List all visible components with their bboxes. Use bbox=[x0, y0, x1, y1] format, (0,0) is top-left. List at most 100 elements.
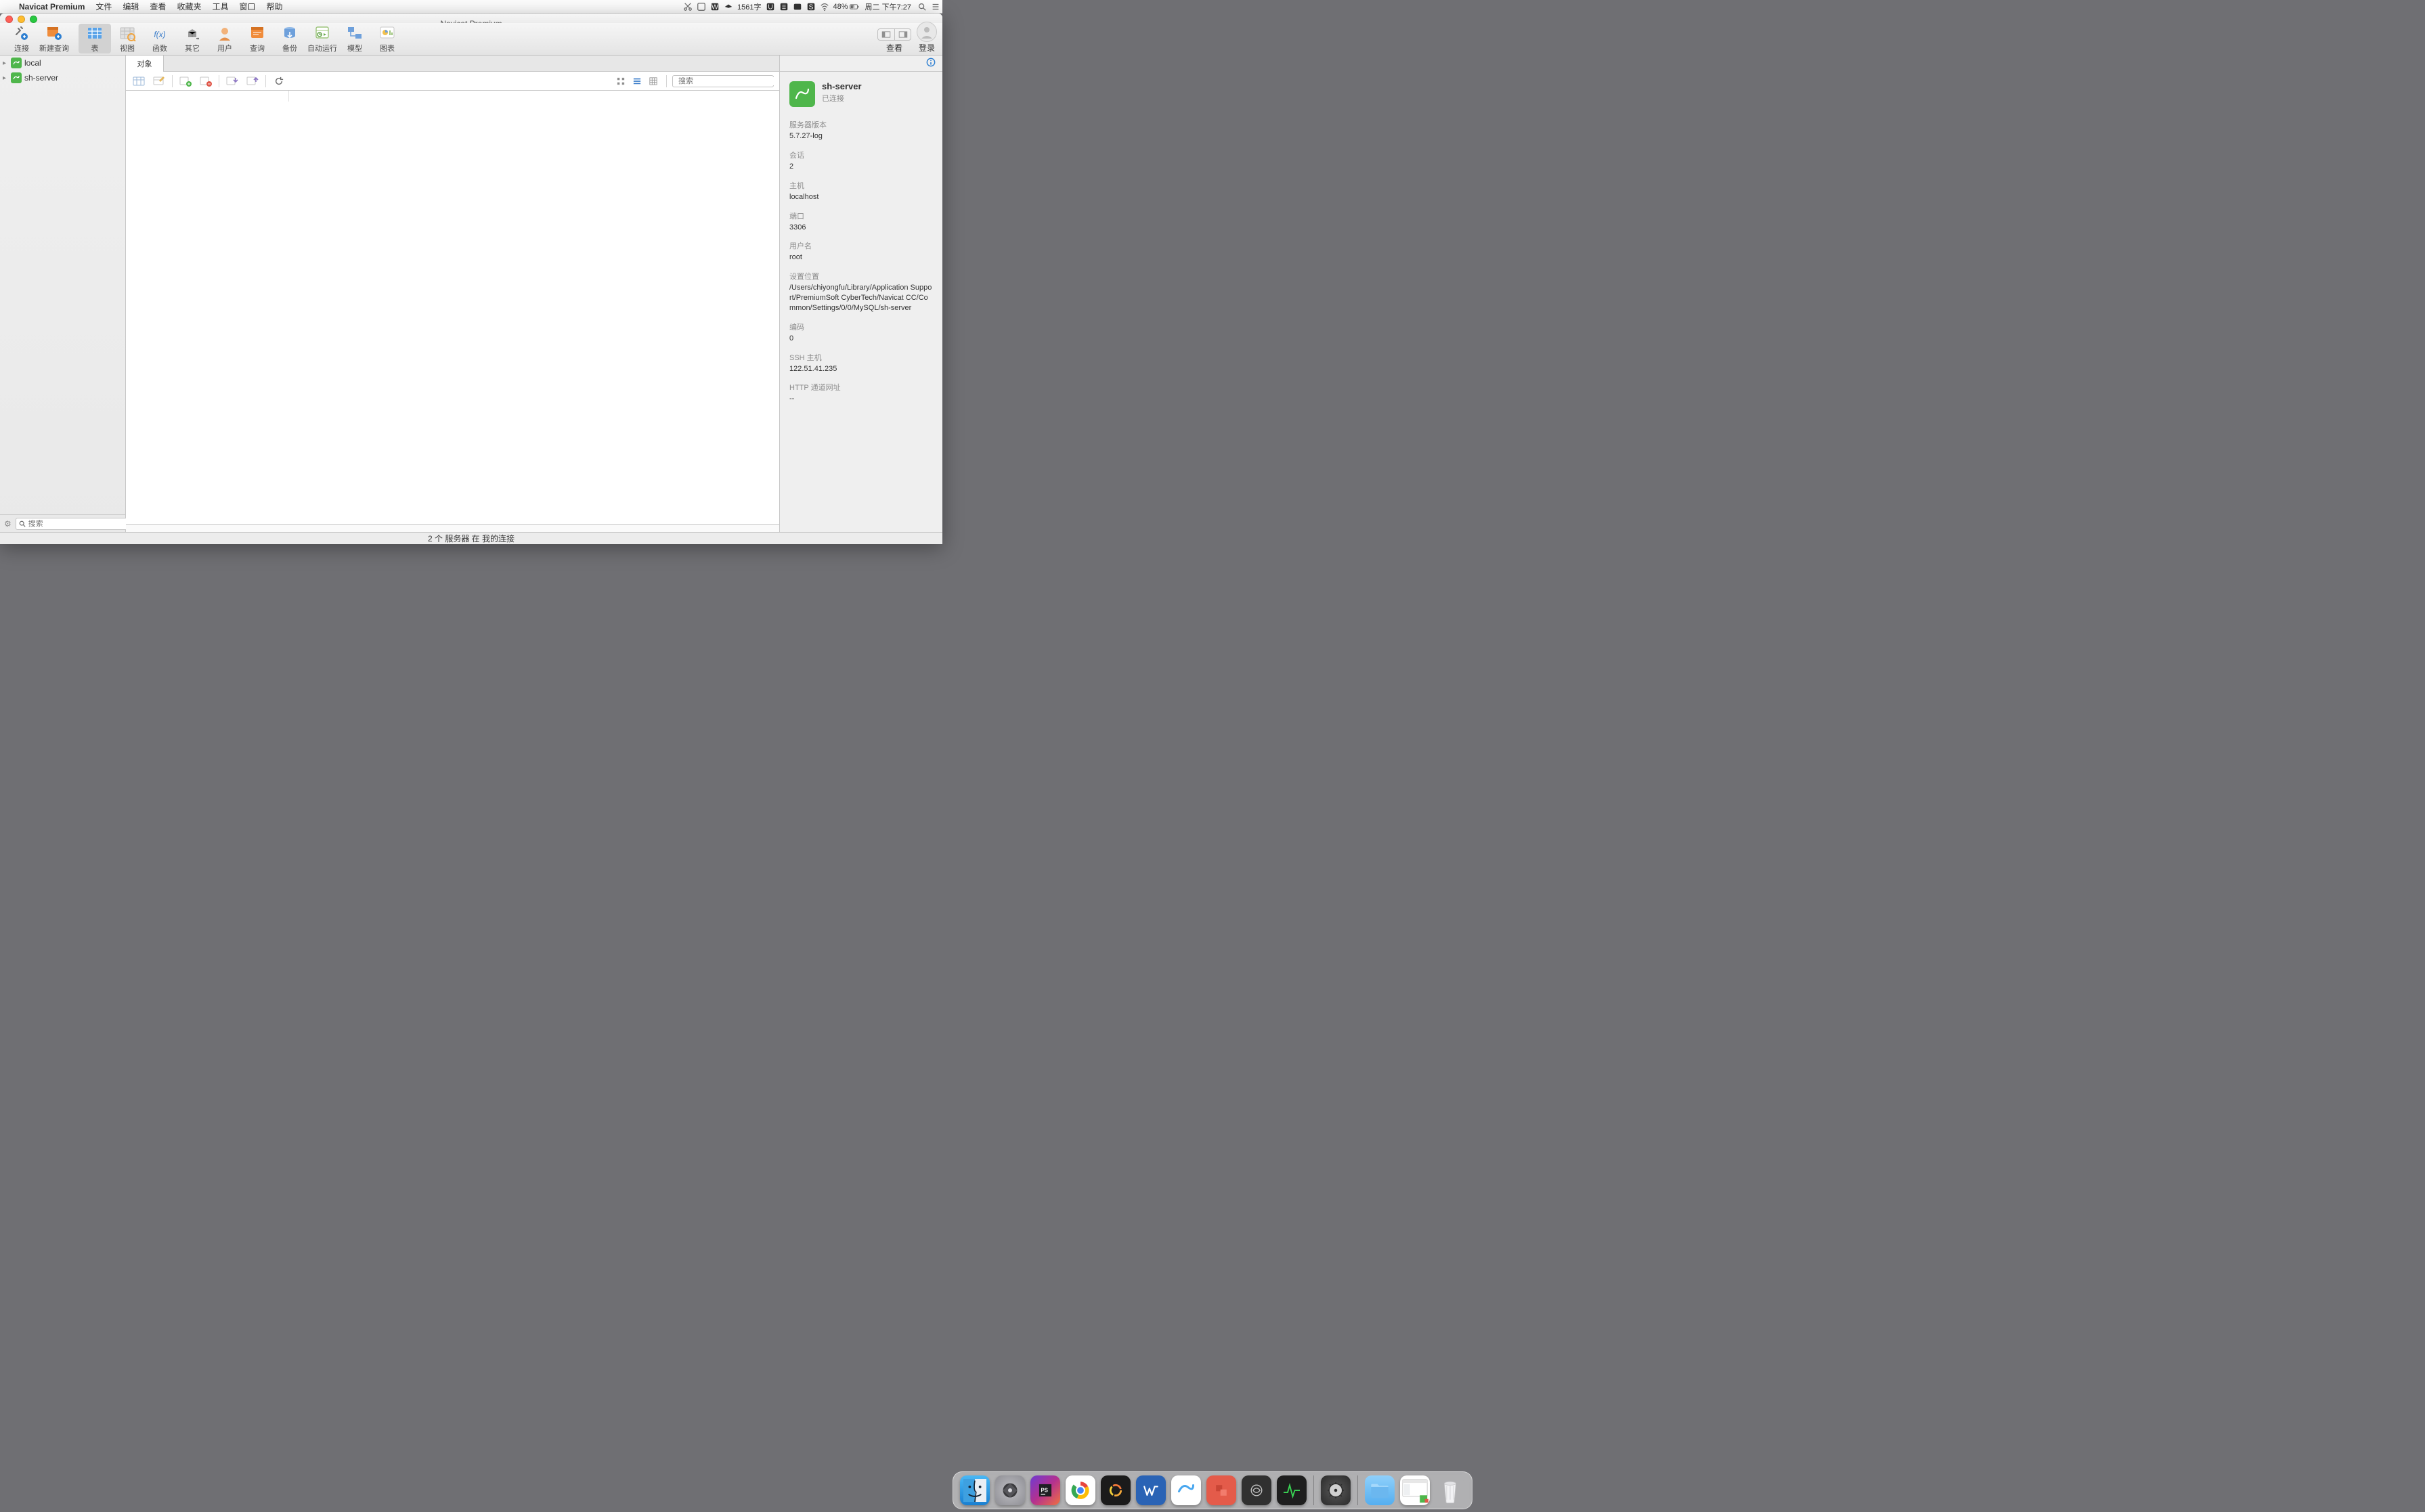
view-toggle-right-icon[interactable] bbox=[894, 29, 911, 40]
toolbar-view-button[interactable]: 视图 bbox=[111, 24, 144, 53]
dock-app-wps[interactable] bbox=[1136, 1475, 1166, 1505]
toolbar-newquery-label: 新建查询 bbox=[39, 43, 69, 53]
dock-app-5[interactable] bbox=[1101, 1475, 1131, 1505]
svg-text:PS: PS bbox=[1041, 1488, 1048, 1494]
dock-trash[interactable] bbox=[1435, 1475, 1465, 1505]
list-view-button[interactable] bbox=[630, 74, 645, 88]
status-tray-icon-5[interactable]: S bbox=[804, 2, 818, 12]
design-table-button[interactable] bbox=[152, 74, 167, 88]
dock-app-7[interactable] bbox=[1171, 1475, 1201, 1505]
connection-name: local bbox=[24, 58, 41, 68]
sidebar-footer: ⚙ bbox=[0, 514, 125, 532]
delete-table-button[interactable] bbox=[198, 74, 213, 88]
autorun-icon bbox=[313, 25, 332, 41]
status-ime-count[interactable]: 1561字 bbox=[735, 1, 763, 12]
app-body: ▸ local ▸ sh-server ⚙ 对象 bbox=[0, 55, 942, 532]
toolbar-autorun-label: 自动运行 bbox=[307, 43, 337, 53]
new-table-button[interactable] bbox=[178, 74, 193, 88]
status-scissors-icon[interactable] bbox=[681, 2, 695, 12]
dock-app-phpstorm[interactable]: PS bbox=[1030, 1475, 1060, 1505]
menu-tools[interactable]: 工具 bbox=[206, 1, 234, 12]
menu-view[interactable]: 查看 bbox=[144, 1, 171, 12]
info-icon[interactable] bbox=[926, 58, 936, 69]
connection-item[interactable]: ▸ local bbox=[0, 55, 125, 70]
dock-app-chrome[interactable] bbox=[1066, 1475, 1095, 1505]
toolbar-user-button[interactable]: 用户 bbox=[209, 24, 241, 53]
menu-favorites[interactable]: 收藏夹 bbox=[171, 1, 206, 12]
refresh-button[interactable] bbox=[271, 74, 286, 88]
object-search-input[interactable] bbox=[678, 77, 774, 85]
status-ime-icon[interactable]: U bbox=[764, 2, 777, 12]
dock-folder[interactable] bbox=[1365, 1475, 1395, 1505]
status-battery[interactable]: 48% bbox=[831, 2, 861, 12]
toolbar-backup-button[interactable]: 备份 bbox=[274, 24, 306, 53]
grid-view-button[interactable] bbox=[613, 74, 628, 88]
dock-minimized-window[interactable] bbox=[1400, 1475, 1430, 1505]
info-field: 用户名root bbox=[789, 240, 933, 263]
status-tray-icon-2[interactable]: W bbox=[708, 2, 722, 12]
toolbar-model-button[interactable]: 模型 bbox=[338, 24, 371, 53]
toolbar-chart-button[interactable]: 图表 bbox=[371, 24, 403, 53]
info-key: 会话 bbox=[789, 150, 933, 160]
toolbar-viewmode-label: 查看 bbox=[886, 42, 902, 53]
menu-help[interactable]: 帮助 bbox=[261, 1, 288, 12]
sidebar-settings-icon[interactable]: ⚙ bbox=[4, 519, 12, 529]
object-list-area[interactable] bbox=[126, 91, 779, 524]
status-tray-icon-1[interactable]: N bbox=[695, 2, 708, 12]
status-tray-icon-4[interactable] bbox=[791, 2, 804, 12]
toolbar-connection-button[interactable]: 连接 bbox=[5, 24, 38, 53]
object-search-field[interactable] bbox=[672, 75, 774, 87]
view-toggle-left-icon[interactable] bbox=[878, 29, 894, 40]
toolbar-newquery-button[interactable]: 新建查询 bbox=[38, 24, 70, 53]
menu-window[interactable]: 窗口 bbox=[234, 1, 261, 12]
status-tray-icon-3[interactable] bbox=[777, 2, 791, 12]
view-icon bbox=[118, 25, 137, 41]
disclosure-triangle-icon[interactable]: ▸ bbox=[3, 74, 8, 82]
dock-separator bbox=[1313, 1475, 1314, 1505]
dock-app-launchpad[interactable] bbox=[995, 1475, 1025, 1505]
import-button[interactable] bbox=[225, 74, 240, 88]
connection-item[interactable]: ▸ sh-server bbox=[0, 70, 125, 85]
status-spotlight-icon[interactable] bbox=[915, 2, 929, 12]
open-table-button[interactable] bbox=[131, 74, 146, 88]
toolbar-query-button[interactable]: 查询 bbox=[241, 24, 274, 53]
export-button[interactable] bbox=[245, 74, 260, 88]
table-icon bbox=[85, 25, 104, 41]
toolbar-login[interactable]: 登录 bbox=[917, 22, 937, 53]
sidebar-search-field[interactable] bbox=[16, 518, 128, 530]
menubar-app-name[interactable]: Navicat Premium bbox=[14, 2, 90, 12]
toolbar-table-label: 表 bbox=[91, 43, 99, 53]
dock-app-activity[interactable] bbox=[1277, 1475, 1307, 1505]
toolbar-function-button[interactable]: f(x) 函数 bbox=[144, 24, 176, 53]
tab-objects[interactable]: 对象 bbox=[126, 55, 164, 72]
info-value: 3306 bbox=[789, 223, 933, 233]
query-icon bbox=[248, 25, 267, 41]
horizontal-scrollbar[interactable] bbox=[126, 524, 779, 532]
toolbar-query-label: 查询 bbox=[250, 43, 265, 53]
view-toggle[interactable] bbox=[877, 28, 911, 41]
dock-app-9[interactable] bbox=[1242, 1475, 1271, 1505]
chart-icon bbox=[378, 25, 397, 41]
toolbar-autorun-button[interactable]: 自动运行 bbox=[306, 24, 338, 53]
status-bird-icon[interactable] bbox=[722, 2, 735, 12]
new-query-icon bbox=[45, 25, 64, 41]
toolbar-connection-label: 连接 bbox=[14, 43, 29, 53]
toolbar-other-button[interactable]: 其它 bbox=[176, 24, 209, 53]
menu-edit[interactable]: 编辑 bbox=[117, 1, 144, 12]
plug-icon bbox=[12, 25, 31, 41]
dock-app-8[interactable] bbox=[1206, 1475, 1236, 1505]
center-pane: 对象 bbox=[126, 55, 780, 532]
sidebar-search-input[interactable] bbox=[28, 520, 125, 528]
dock-app-sysprefs[interactable] bbox=[1321, 1475, 1351, 1505]
menu-file[interactable]: 文件 bbox=[90, 1, 117, 12]
status-datetime[interactable]: 周二 下午7:27 bbox=[861, 1, 915, 12]
disclosure-triangle-icon[interactable]: ▸ bbox=[3, 60, 8, 67]
toolbar-table-button[interactable]: 表 bbox=[79, 24, 111, 53]
toolbar-other-label: 其它 bbox=[185, 43, 200, 53]
info-key: 服务器版本 bbox=[789, 119, 933, 130]
detail-view-button[interactable] bbox=[646, 74, 661, 88]
info-pane: sh-server 已连接 服务器版本5.7.27-log 会话2 主机loca… bbox=[780, 55, 942, 532]
dock-app-finder[interactable] bbox=[960, 1475, 990, 1505]
status-wifi-icon[interactable] bbox=[818, 2, 831, 12]
status-control-center-icon[interactable] bbox=[929, 2, 942, 12]
